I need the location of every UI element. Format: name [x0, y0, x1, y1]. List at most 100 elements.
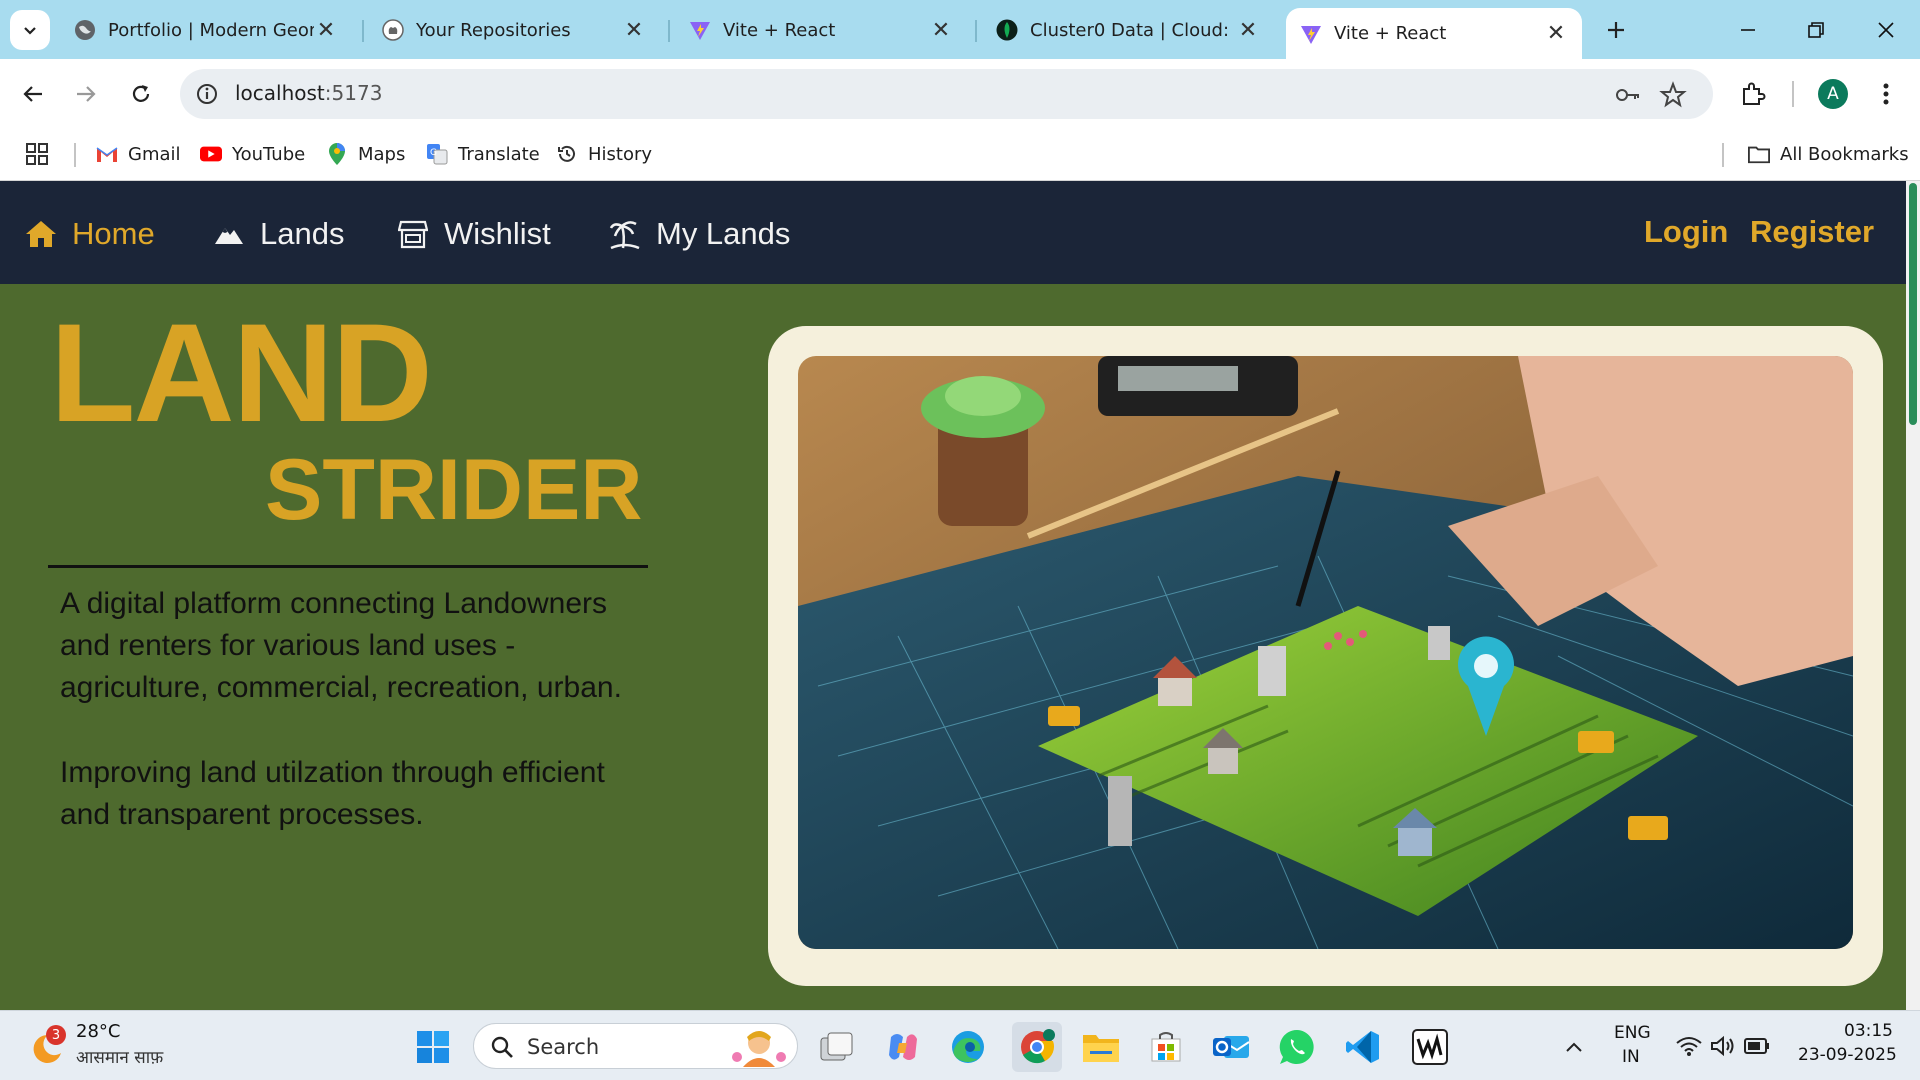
tab-vite-react-1[interactable]: Vite + React ✕: [675, 8, 967, 52]
task-view-icon: [820, 1032, 853, 1061]
tab-portfolio[interactable]: Portfolio | Modern Geom ✕: [60, 8, 352, 52]
close-tab-icon[interactable]: ✕: [929, 18, 953, 43]
battery-icon: [1744, 1038, 1769, 1054]
translate-icon: G: [426, 143, 448, 165]
hero-image-frame: [768, 326, 1883, 986]
close-window-button[interactable]: [1862, 10, 1910, 50]
microsoft-store-icon: [1151, 1032, 1181, 1062]
bookmark-star-icon[interactable]: [1659, 81, 1687, 109]
start-button[interactable]: [412, 1026, 454, 1068]
clock-time[interactable]: 03:15: [1844, 1021, 1893, 1041]
bookmark-gmail[interactable]: Gmail: [96, 138, 181, 170]
tab-mongodb[interactable]: Cluster0 Data | Cloud: Mc ✕: [982, 8, 1274, 52]
address-bar[interactable]: localhost:5173: [180, 69, 1713, 119]
register-link[interactable]: Register: [1750, 214, 1874, 250]
wix-icon: [1412, 1029, 1448, 1065]
toolbar-divider: [1792, 81, 1794, 107]
reload-button[interactable]: [123, 76, 159, 112]
back-button[interactable]: [15, 76, 51, 112]
browser-toolbar: localhost:5173 A: [0, 59, 1920, 129]
nav-label: Home: [72, 216, 155, 251]
url-text: localhost:5173: [235, 81, 382, 105]
system-tray-status[interactable]: [1676, 1033, 1770, 1061]
nav-wishlist[interactable]: Wishlist: [396, 214, 551, 254]
bookmark-youtube[interactable]: YouTube: [200, 138, 305, 170]
profile-avatar[interactable]: A: [1818, 79, 1848, 109]
copilot-icon: [889, 1034, 917, 1060]
vscode-button[interactable]: [1342, 1026, 1384, 1068]
bookmark-divider: [74, 143, 76, 167]
nav-my-lands[interactable]: My Lands: [608, 214, 790, 254]
bookmark-label: Translate: [458, 143, 540, 165]
page-scrollbar[interactable]: [1906, 181, 1920, 1010]
bookmark-maps[interactable]: Maps: [326, 138, 405, 170]
bookmark-label: YouTube: [232, 143, 306, 165]
login-link[interactable]: Login: [1644, 214, 1728, 250]
reload-icon: [132, 85, 150, 102]
wix-button[interactable]: [1409, 1026, 1451, 1068]
close-tab-icon[interactable]: ✕: [314, 18, 338, 43]
arrow-left-icon: [23, 86, 42, 102]
minimize-button[interactable]: [1724, 10, 1772, 50]
browser-menu-button[interactable]: [1868, 76, 1904, 112]
forward-button[interactable]: [68, 76, 104, 112]
edge-button[interactable]: [947, 1026, 989, 1068]
new-tab-button[interactable]: [1600, 14, 1632, 46]
outlook-button[interactable]: [1210, 1026, 1252, 1068]
bookmark-translate[interactable]: G Translate: [426, 138, 540, 170]
file-explorer-button[interactable]: [1080, 1026, 1122, 1068]
url-port: :5173: [324, 81, 383, 105]
site-navbar: Home Lands Wishlist My Lands Login Regis…: [0, 181, 1906, 284]
whatsapp-button[interactable]: [1276, 1026, 1318, 1068]
show-hidden-icons-button[interactable]: [1553, 1026, 1595, 1068]
site-info-icon[interactable]: [194, 81, 220, 107]
weather-badge: 3: [46, 1025, 66, 1045]
tab-strip: Portfolio | Modern Geom ✕ Your Repositor…: [0, 0, 1920, 59]
restore-button[interactable]: [1792, 10, 1840, 50]
chrome-button[interactable]: [1012, 1022, 1062, 1072]
folder-icon: [1083, 1035, 1119, 1062]
language-code[interactable]: ENG: [1614, 1023, 1651, 1043]
nav-home[interactable]: Home: [24, 214, 155, 254]
vite-icon: [1300, 23, 1322, 45]
password-key-icon[interactable]: [1614, 81, 1642, 109]
close-tab-icon[interactable]: ✕: [1236, 18, 1260, 43]
kebab-menu-icon: [1883, 83, 1889, 105]
bookmark-divider: [1722, 143, 1724, 167]
hero-mission: Improving land utilzation through effici…: [60, 756, 605, 831]
all-bookmarks-button[interactable]: All Bookmarks: [1748, 138, 1909, 170]
scrollbar-thumb[interactable]: [1909, 183, 1917, 425]
close-tab-icon[interactable]: ✕: [622, 18, 646, 43]
hero-title-strider: STRIDER: [265, 442, 643, 538]
search-placeholder: Search: [527, 1035, 600, 1059]
close-tab-icon[interactable]: ✕: [1544, 21, 1568, 46]
tab-divider: [668, 20, 670, 42]
nav-lands[interactable]: Lands: [212, 214, 344, 254]
web-page: Home Lands Wishlist My Lands Login Regis…: [0, 181, 1906, 1010]
github-icon: [382, 19, 404, 41]
maps-pin-icon: [326, 143, 348, 165]
tab-vite-react-active[interactable]: Vite + React ✕: [1286, 8, 1582, 59]
bookmark-history[interactable]: History: [556, 138, 652, 170]
tab-search-button[interactable]: [10, 10, 50, 50]
vite-icon: [689, 19, 711, 41]
apps-button[interactable]: [26, 138, 48, 170]
home-icon: [24, 217, 58, 251]
store-button[interactable]: [1145, 1026, 1187, 1068]
tab-repositories[interactable]: Your Repositories ✕: [368, 8, 660, 52]
minimize-icon: [1741, 29, 1755, 31]
copilot-button[interactable]: [882, 1026, 924, 1068]
chrome-icon: [1021, 1029, 1055, 1064]
chevron-down-icon: [24, 27, 36, 35]
language-region[interactable]: IN: [1622, 1047, 1640, 1067]
apps-grid-icon: [26, 143, 48, 165]
taskbar-search[interactable]: Search: [473, 1023, 798, 1069]
search-icon: [491, 1036, 513, 1058]
extensions-button[interactable]: [1735, 76, 1771, 112]
volume-icon: [1711, 1035, 1734, 1057]
windows-taskbar: 3 28°C आसमान साफ़ Search ENG IN 03:15 23…: [0, 1010, 1920, 1080]
clock-date[interactable]: 23-09-2025: [1798, 1045, 1897, 1065]
bookmark-label: History: [588, 143, 653, 165]
task-view-button[interactable]: [816, 1026, 858, 1068]
weather-widget[interactable]: 3: [28, 1025, 66, 1067]
